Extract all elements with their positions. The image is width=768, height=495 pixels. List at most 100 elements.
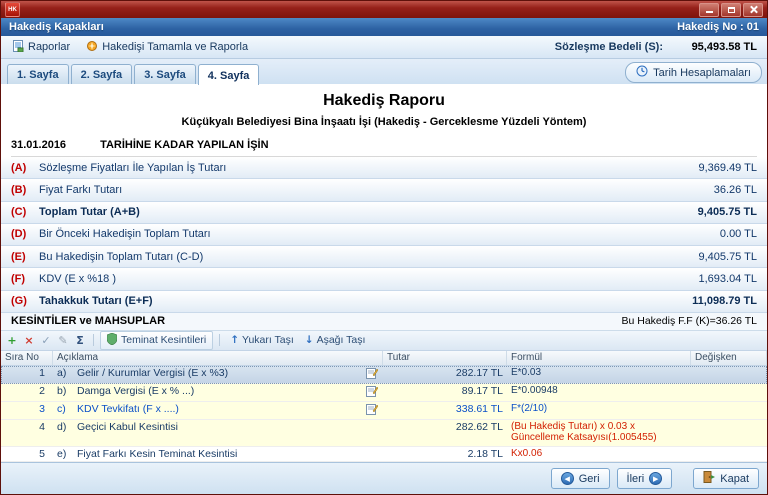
cell-aciklama: a) Gelir / Kurumlar Vergisi (E x %3) xyxy=(53,366,383,383)
move-down-label: Aşağı Taşı xyxy=(317,334,366,346)
ileri-label: İleri xyxy=(627,473,645,485)
teminat-label: Teminat Kesintileri xyxy=(121,334,206,346)
cell-formul: Kx0.06 xyxy=(507,447,691,461)
report-title: Hakediş Raporu xyxy=(1,92,767,110)
cell-sira-no: 1 xyxy=(1,366,53,383)
move-down-button[interactable]: ↓ Aşağı Taşı xyxy=(301,333,370,347)
form-header: Hakediş Kapakları Hakediş No : 01 xyxy=(1,18,767,36)
summary-row-d: (D) Bir Önceki Hakedişin Toplam Tutarı 0… xyxy=(1,224,767,246)
tab-sayfa-2[interactable]: 2. Sayfa xyxy=(71,64,133,84)
grid-toolbar: + × ✓ ✎ Σ Teminat Kesintileri ↑ Yukarı T… xyxy=(1,330,767,351)
table-header: Sıra No Açıklama Tutar Formül Değişken xyxy=(1,351,767,366)
page-title: Hakediş Kapakları xyxy=(9,21,104,33)
minimize-icon xyxy=(706,11,713,13)
tarih-label: Tarih Hesaplamaları xyxy=(653,67,751,79)
delete-row-icon[interactable]: × xyxy=(22,334,36,347)
row-label: Fiyat Farkı Tutarı xyxy=(39,184,122,196)
table-row[interactable]: 1 a) Gelir / Kurumlar Vergisi (E x %3) 2… xyxy=(1,366,767,384)
col-sira-no[interactable]: Sıra No xyxy=(1,351,53,365)
report-date: 31.01.2016 xyxy=(11,139,66,151)
maximize-icon xyxy=(728,7,735,13)
cell-aciklama: b) Damga Vergisi (E x % ...) xyxy=(53,384,383,401)
row-letter: (C) xyxy=(11,206,39,218)
report-content: Hakediş Raporu Küçükyalı Belediyesi Bina… xyxy=(1,85,767,462)
tab-sayfa-1[interactable]: 1. Sayfa xyxy=(7,64,69,84)
teminat-kesintileri-button[interactable]: Teminat Kesintileri xyxy=(100,331,213,350)
raporlar-button[interactable]: Raporlar xyxy=(7,38,76,57)
arrow-up-icon: ↑ xyxy=(230,334,239,346)
report-icon xyxy=(13,40,24,55)
minimize-button[interactable] xyxy=(699,3,719,17)
cell-degisken xyxy=(691,384,767,401)
row-id: c) xyxy=(57,403,73,415)
add-row-icon[interactable]: + xyxy=(5,334,19,347)
row-label: Toplam Tutar (A+B) xyxy=(39,206,140,218)
edit-icon[interactable]: ✎ xyxy=(56,334,70,347)
sum-icon[interactable]: Σ xyxy=(73,334,87,347)
col-tutar[interactable]: Tutar xyxy=(383,351,507,365)
sozlesme-bedeli-value: 95,493.58 TL xyxy=(667,41,761,53)
summary-row-b: (B) Fiyat Farkı Tutarı 36.26 TL xyxy=(1,179,767,201)
cell-sira-no: 3 xyxy=(1,402,53,419)
tab-sayfa-4[interactable]: 4. Sayfa xyxy=(198,64,260,85)
cell-formul: E*0.00948 xyxy=(507,384,691,401)
title-bar: HK xyxy=(1,1,767,18)
col-degisken[interactable]: Değişken xyxy=(691,351,767,365)
row-letter: (G) xyxy=(11,295,39,307)
cell-tutar: 338.61 TL xyxy=(383,402,507,419)
row-desc: Damga Vergisi (E x % ...) xyxy=(77,385,362,397)
row-value: 9,405.75 TL xyxy=(698,206,757,218)
edit-note-icon[interactable] xyxy=(366,367,379,382)
move-up-button[interactable]: ↑ Yukarı Taşı xyxy=(226,333,298,347)
col-aciklama[interactable]: Açıklama xyxy=(53,351,383,365)
row-letter: (E) xyxy=(11,251,39,263)
tamamla-button[interactable]: Hakedişi Tamamla ve Raporla xyxy=(80,38,254,57)
row-id: b) xyxy=(57,385,73,397)
summary-row-e: (E) Bu Hakedişin Toplam Tutarı (C-D) 9,4… xyxy=(1,246,767,268)
row-letter: (A) xyxy=(11,162,39,174)
row-label: KDV (E x %18 ) xyxy=(39,273,116,285)
report-subtitle: Küçükyalı Belediyesi Bina İnşaatı İşi (H… xyxy=(1,116,767,128)
tamamla-label: Hakedişi Tamamla ve Raporla xyxy=(102,41,248,53)
footer-bar: ◀ Geri İleri ▶ Kapat xyxy=(1,462,767,494)
row-value: 1,693.04 TL xyxy=(698,273,757,285)
col-formul[interactable]: Formül xyxy=(507,351,691,365)
tab-sayfa-3[interactable]: 3. Sayfa xyxy=(134,64,196,84)
raporlar-label: Raporlar xyxy=(28,41,70,53)
cell-tutar: 2.18 TL xyxy=(383,447,507,461)
cell-formul: F*(2/10) xyxy=(507,402,691,419)
edit-note-icon[interactable] xyxy=(366,403,379,418)
arrow-down-icon: ↓ xyxy=(305,334,314,346)
cell-tutar: 89.17 TL xyxy=(383,384,507,401)
row-desc: KDV Tevkifatı (F x ....) xyxy=(77,403,362,415)
close-button[interactable] xyxy=(743,3,763,17)
cell-aciklama: e) Fiyat Farkı Kesin Teminat Kesintisi xyxy=(53,447,383,461)
table-row[interactable]: 2 b) Damga Vergisi (E x % ...) 89.17 TL … xyxy=(1,384,767,402)
table-row[interactable]: 3 c) KDV Tevkifatı (F x ....) 338.61 TL … xyxy=(1,402,767,420)
geri-button[interactable]: ◀ Geri xyxy=(551,468,610,489)
close-icon xyxy=(749,5,758,14)
kapat-button[interactable]: Kapat xyxy=(693,468,759,489)
tarih-hesaplamalari-button[interactable]: Tarih Hesaplamaları xyxy=(625,62,762,83)
report-date-line: 31.01.2016 TARİHİNE KADAR YAPILAN İŞİN xyxy=(11,139,757,157)
edit-note-icon[interactable] xyxy=(366,385,379,400)
maximize-button[interactable] xyxy=(721,3,741,17)
row-id: d) xyxy=(57,421,73,433)
row-value: 9,369.49 TL xyxy=(698,162,757,174)
shield-icon xyxy=(107,333,117,348)
report-date-label: TARİHİNE KADAR YAPILAN İŞİN xyxy=(100,139,268,151)
cell-aciklama: c) KDV Tevkifatı (F x ....) xyxy=(53,402,383,419)
cell-degisken xyxy=(691,420,767,446)
row-label: Bir Önceki Hakedişin Toplam Tutarı xyxy=(39,228,211,240)
deductions-header: KESİNTİLER ve MAHSUPLAR Bu Hakediş F.F (… xyxy=(1,313,767,330)
confirm-icon[interactable]: ✓ xyxy=(39,334,53,347)
row-value: 11,098.79 TL xyxy=(692,295,757,307)
cell-aciklama: d) Geçici Kabul Kesintisi xyxy=(53,420,383,446)
table-row[interactable]: 4 d) Geçici Kabul Kesintisi 282.62 TL (B… xyxy=(1,420,767,447)
complete-report-icon xyxy=(86,40,98,55)
arrow-right-icon: ▶ xyxy=(649,472,662,485)
summary-row-g: (G) Tahakkuk Tutarı (E+F) 11,098.79 TL xyxy=(1,291,767,313)
ileri-button[interactable]: İleri ▶ xyxy=(617,468,673,489)
table-row[interactable]: 5 e) Fiyat Farkı Kesin Teminat Kesintisi… xyxy=(1,447,767,462)
main-toolbar: Raporlar Hakedişi Tamamla ve Raporla Söz… xyxy=(1,36,767,59)
